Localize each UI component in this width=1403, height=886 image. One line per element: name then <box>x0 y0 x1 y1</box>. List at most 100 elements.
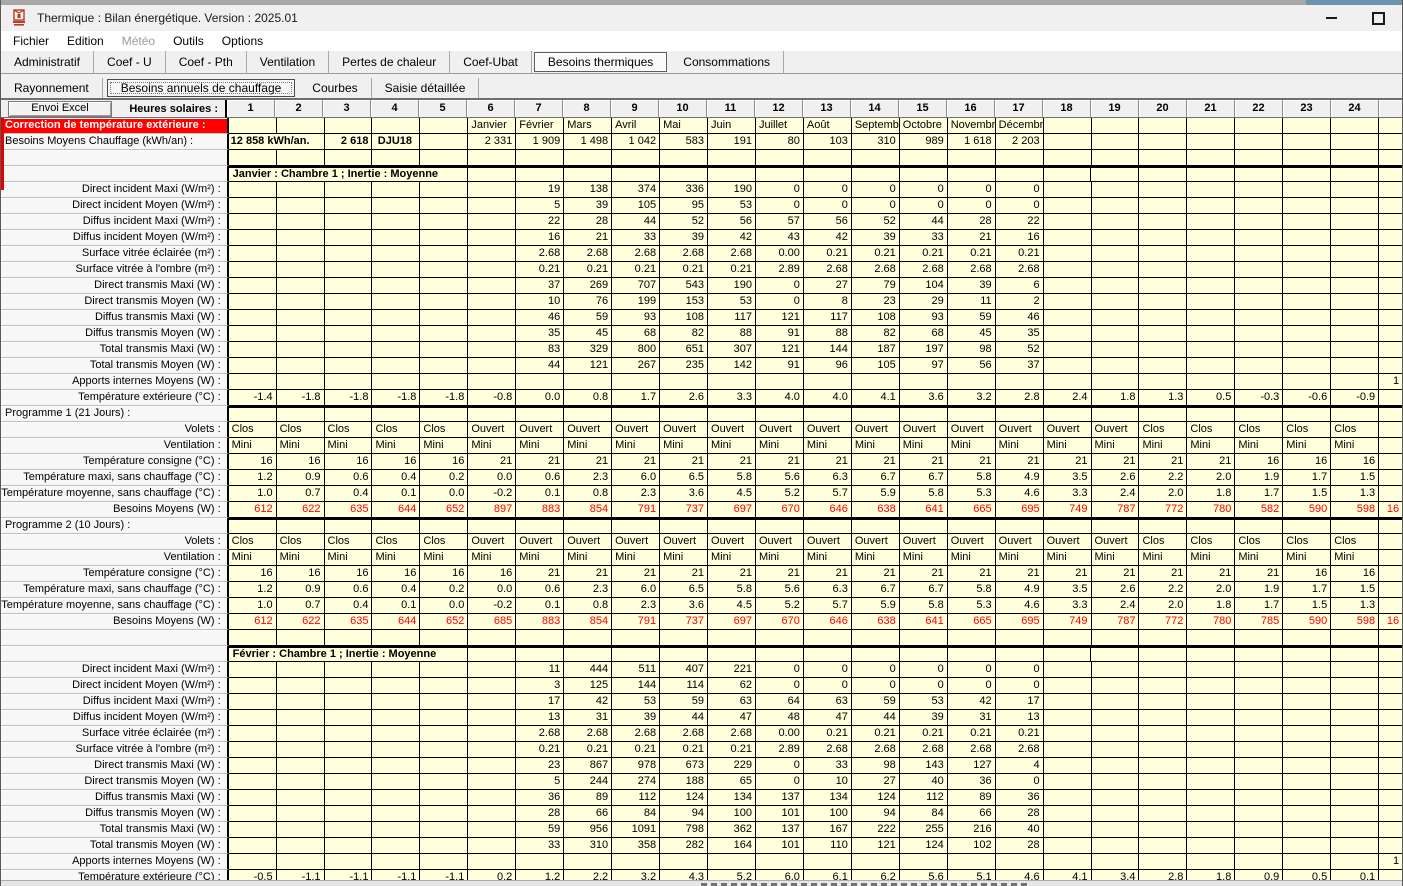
p1-volets-h2[interactable]: Clos <box>277 422 325 438</box>
p1-ventilation-h24[interactable]: Mini <box>1331 438 1379 454</box>
tab-coef-pth[interactable]: Coef - Pth <box>166 51 247 73</box>
p1-ventilation-h7[interactable]: Mini <box>516 438 564 454</box>
menu-item-edition[interactable]: Edition <box>58 32 113 50</box>
tab-courbes[interactable]: Courbes <box>299 78 371 98</box>
tab-besoins-annuels-de-chauffage[interactable]: Besoins annuels de chauffage <box>107 79 296 97</box>
p1-volets-h7[interactable]: Ouvert <box>516 422 564 438</box>
p1-volets-h6[interactable]: Ouvert <box>468 422 516 438</box>
p2-volets-h24[interactable]: Clos <box>1331 534 1379 550</box>
p1-volets-h4[interactable]: Clos <box>372 422 420 438</box>
p2-temperature-consigne-h15[interactable]: 21 <box>900 566 948 582</box>
p1-temperature-consigne-h4[interactable]: 16 <box>372 454 420 470</box>
p2-temperature-consigne-h6[interactable]: 16 <box>468 566 516 582</box>
p2-ventilation-h20[interactable]: Mini <box>1139 550 1187 566</box>
p1-ventilation-h19[interactable]: Mini <box>1092 438 1140 454</box>
p2-volets-h14[interactable]: Ouvert <box>852 534 900 550</box>
p2-volets-h20[interactable]: Clos <box>1139 534 1187 550</box>
p2-temperature-consigne-h22[interactable]: 21 <box>1235 566 1283 582</box>
p1-ventilation-h17[interactable]: Mini <box>996 438 1044 454</box>
p2-ventilation-h17[interactable]: Mini <box>996 550 1044 566</box>
p2-ventilation-h15[interactable]: Mini <box>900 550 948 566</box>
p2-volets-h11[interactable]: Ouvert <box>708 534 756 550</box>
p1-temperature-consigne-h6[interactable]: 21 <box>468 454 516 470</box>
p2-ventilation-h22[interactable]: Mini <box>1235 550 1283 566</box>
p2-temperature-consigne-h14[interactable]: 21 <box>852 566 900 582</box>
p2-ventilation-h4[interactable]: Mini <box>372 550 420 566</box>
p1-temperature-consigne-h8[interactable]: 21 <box>564 454 612 470</box>
p2-volets-h1[interactable]: Clos <box>229 534 277 550</box>
p1-ventilation-h6[interactable]: Mini <box>468 438 516 454</box>
p2-temperature-consigne-h11[interactable]: 21 <box>708 566 756 582</box>
p2-volets-h22[interactable]: Clos <box>1235 534 1283 550</box>
p1-ventilation-h2[interactable]: Mini <box>277 438 325 454</box>
p2-volets-h5[interactable]: Clos <box>420 534 468 550</box>
p2-ventilation-h18[interactable]: Mini <box>1044 550 1092 566</box>
p1-volets-h1[interactable]: Clos <box>229 422 277 438</box>
p1-ventilation-h9[interactable]: Mini <box>612 438 660 454</box>
p2-temperature-consigne-h17[interactable]: 21 <box>996 566 1044 582</box>
p2-volets-h9[interactable]: Ouvert <box>612 534 660 550</box>
p2-volets-h8[interactable]: Ouvert <box>564 534 612 550</box>
tab-saisie-detaillee[interactable]: Saisie détaillée <box>372 78 480 98</box>
p1-volets-h16[interactable]: Ouvert <box>948 422 996 438</box>
tab-rayonnement[interactable]: Rayonnement <box>1 78 103 98</box>
p2-volets-h13[interactable]: Ouvert <box>804 534 852 550</box>
p1-temperature-consigne-h2[interactable]: 16 <box>277 454 325 470</box>
p1-temperature-consigne-h14[interactable]: 21 <box>852 454 900 470</box>
p1-volets-h20[interactable]: Clos <box>1139 422 1187 438</box>
p2-temperature-consigne-h10[interactable]: 21 <box>660 566 708 582</box>
p2-ventilation-h6[interactable]: Mini <box>468 550 516 566</box>
p1-ventilation-h4[interactable]: Mini <box>372 438 420 454</box>
p1-temperature-consigne-h13[interactable]: 21 <box>804 454 852 470</box>
p2-temperature-consigne-h2[interactable]: 16 <box>277 566 325 582</box>
p2-temperature-consigne-h23[interactable]: 16 <box>1283 566 1331 582</box>
p1-volets-h17[interactable]: Ouvert <box>996 422 1044 438</box>
envoi-excel-button[interactable]: Envoi Excel <box>8 101 112 117</box>
p1-volets-h13[interactable]: Ouvert <box>804 422 852 438</box>
menu-item-fichier[interactable]: Fichier <box>4 32 58 50</box>
p1-ventilation-h20[interactable]: Mini <box>1139 438 1187 454</box>
p2-temperature-consigne-h16[interactable]: 21 <box>948 566 996 582</box>
p2-ventilation-h14[interactable]: Mini <box>852 550 900 566</box>
p2-temperature-consigne-h8[interactable]: 21 <box>564 566 612 582</box>
p1-temperature-consigne-h9[interactable]: 21 <box>612 454 660 470</box>
p1-temperature-consigne-h12[interactable]: 21 <box>756 454 804 470</box>
p1-volets-h3[interactable]: Clos <box>325 422 373 438</box>
p1-volets-h8[interactable]: Ouvert <box>564 422 612 438</box>
p1-volets-h14[interactable]: Ouvert <box>852 422 900 438</box>
p1-ventilation-h13[interactable]: Mini <box>804 438 852 454</box>
p1-ventilation-h16[interactable]: Mini <box>948 438 996 454</box>
p1-volets-h11[interactable]: Ouvert <box>708 422 756 438</box>
p2-volets-h7[interactable]: Ouvert <box>516 534 564 550</box>
p2-temperature-consigne-h1[interactable]: 16 <box>229 566 277 582</box>
p1-temperature-consigne-h20[interactable]: 21 <box>1139 454 1187 470</box>
minimize-button[interactable] <box>1308 5 1355 31</box>
tab-pertes-de-chaleur[interactable]: Pertes de chaleur <box>329 51 450 73</box>
p1-ventilation-h10[interactable]: Mini <box>660 438 708 454</box>
p2-ventilation-h12[interactable]: Mini <box>756 550 804 566</box>
p1-ventilation-h22[interactable]: Mini <box>1235 438 1283 454</box>
p1-ventilation-h15[interactable]: Mini <box>900 438 948 454</box>
p2-ventilation-h24[interactable]: Mini <box>1331 550 1379 566</box>
p1-volets-h22[interactable]: Clos <box>1235 422 1283 438</box>
p1-ventilation-h8[interactable]: Mini <box>564 438 612 454</box>
tab-consommations[interactable]: Consommations <box>670 51 784 73</box>
p1-volets-h23[interactable]: Clos <box>1283 422 1331 438</box>
p2-volets-h10[interactable]: Ouvert <box>660 534 708 550</box>
p2-ventilation-h13[interactable]: Mini <box>804 550 852 566</box>
p1-temperature-consigne-h11[interactable]: 21 <box>708 454 756 470</box>
p1-temperature-consigne-h19[interactable]: 21 <box>1092 454 1140 470</box>
p1-volets-h9[interactable]: Ouvert <box>612 422 660 438</box>
p2-ventilation-h21[interactable]: Mini <box>1187 550 1235 566</box>
p2-ventilation-h11[interactable]: Mini <box>708 550 756 566</box>
p1-temperature-consigne-h18[interactable]: 21 <box>1044 454 1092 470</box>
p1-volets-h10[interactable]: Ouvert <box>660 422 708 438</box>
p1-temperature-consigne-h1[interactable]: 16 <box>229 454 277 470</box>
p2-ventilation-h16[interactable]: Mini <box>948 550 996 566</box>
tab-coef-u[interactable]: Coef - U <box>94 51 166 73</box>
p1-ventilation-h11[interactable]: Mini <box>708 438 756 454</box>
p2-ventilation-h8[interactable]: Mini <box>564 550 612 566</box>
p2-temperature-consigne-h20[interactable]: 21 <box>1139 566 1187 582</box>
p1-temperature-consigne-h24[interactable]: 16 <box>1331 454 1379 470</box>
tab-administratif[interactable]: Administratif <box>1 51 94 73</box>
